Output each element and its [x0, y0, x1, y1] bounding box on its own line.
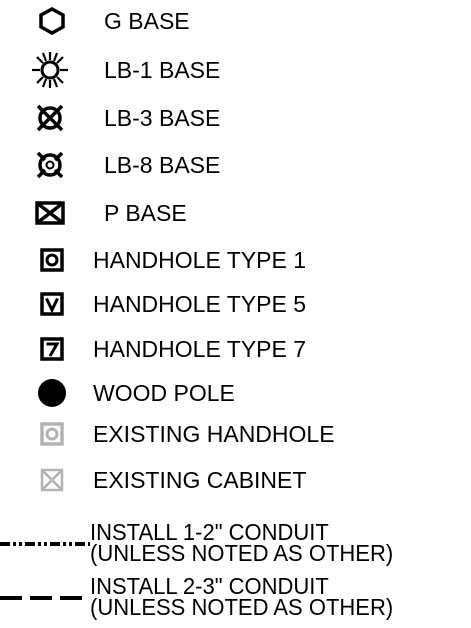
conduit-text: INSTALL 2-3" CONDUIT (UNLESS NOTED AS OT…	[90, 574, 394, 621]
square-seven-icon	[36, 329, 68, 369]
legend-label: LB-1 BASE	[104, 56, 221, 83]
dash-dot-dot-line-icon	[0, 542, 90, 546]
legend-label: HANDHOLE TYPE 7	[93, 335, 307, 362]
filled-circle-icon	[34, 373, 70, 413]
legend-item-lb1-base: LB-1 BASE	[0, 50, 471, 90]
legend-label: G BASE	[104, 7, 190, 34]
legend-label: LB-8 BASE	[104, 151, 221, 178]
conduit-text: INSTALL 1-2" CONDUIT (UNLESS NOTED AS OT…	[90, 520, 394, 567]
legend-item-wood-pole: WOOD POLE	[0, 373, 471, 413]
legend-item-existing-cabinet: EXISTING CABINET	[0, 460, 471, 500]
legend-label: P BASE	[104, 199, 187, 226]
legend-item-handhole-type-1: HANDHOLE TYPE 1	[0, 240, 471, 280]
legend-label: LB-3 BASE	[104, 104, 221, 131]
crossed-circle-icon	[30, 98, 70, 138]
legend-item-handhole-type-7: HANDHOLE TYPE 7	[0, 329, 471, 369]
conduit-line-2: (UNLESS NOTED AS OTHER)	[90, 593, 394, 621]
crossed-circle-dot-icon	[30, 145, 70, 185]
legend-item-g-base: G BASE	[0, 1, 471, 41]
legend-item-lb3-base: LB-3 BASE	[0, 98, 471, 138]
symbol-legend: G BASE LB-1 BASE LB-3 BASE LB-8 BASE P B…	[0, 0, 471, 624]
square-circle-icon	[36, 240, 68, 280]
hexagon-icon	[34, 1, 70, 41]
conduit-line-2: (UNLESS NOTED AS OTHER)	[90, 539, 394, 567]
legend-label: HANDHOLE TYPE 1	[93, 246, 307, 273]
starburst-circle-icon	[26, 50, 74, 90]
legend-item-conduit-1-2: INSTALL 1-2" CONDUIT (UNLESS NOTED AS OT…	[0, 520, 471, 574]
square-v-icon	[36, 284, 68, 324]
legend-label: EXISTING CABINET	[93, 466, 307, 493]
legend-item-p-base: P BASE	[0, 193, 471, 233]
grey-square-circle-icon	[36, 414, 68, 454]
legend-item-conduit-2-3: INSTALL 2-3" CONDUIT (UNLESS NOTED AS OT…	[0, 574, 471, 628]
grey-crossed-box-icon	[36, 460, 68, 500]
legend-label: EXISTING HANDHOLE	[93, 420, 335, 447]
legend-item-existing-handhole: EXISTING HANDHOLE	[0, 414, 471, 454]
legend-label: WOOD POLE	[93, 379, 235, 406]
legend-item-lb8-base: LB-8 BASE	[0, 145, 471, 185]
long-dash-line-icon	[0, 596, 90, 600]
crossed-box-icon	[28, 193, 72, 233]
legend-label: HANDHOLE TYPE 5	[93, 290, 307, 317]
legend-item-handhole-type-5: HANDHOLE TYPE 5	[0, 284, 471, 324]
